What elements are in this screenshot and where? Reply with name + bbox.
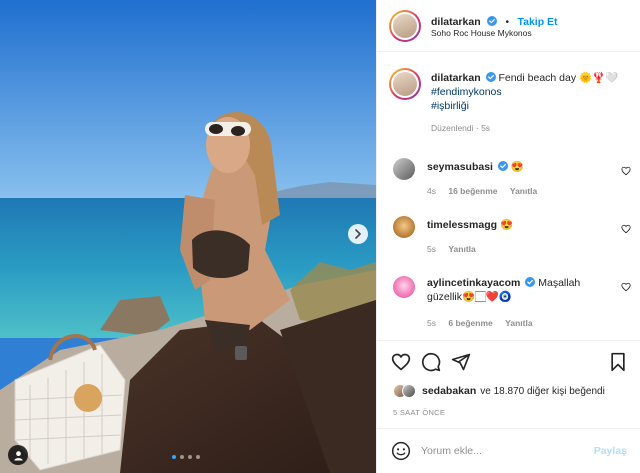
comment-likes[interactable]: 16 beğenme xyxy=(448,186,497,196)
chevron-right-icon xyxy=(355,229,361,239)
comment-item: aylincetinkayacom Maşallah güzellik😍🏻❤️🧿… xyxy=(377,274,640,334)
post-timestamp[interactable]: 5 SAAT ÖNCE xyxy=(393,408,445,417)
comment-time: 5s xyxy=(427,318,436,328)
instagram-post-modal: dilatarkan • Takip Et Soho Roc House Myk… xyxy=(0,0,640,473)
reply-button[interactable]: Yanıtla xyxy=(448,244,475,254)
comment-text: 😍 xyxy=(499,219,514,231)
caption-text: Fendi beach day 🌞🦞🤍 xyxy=(498,72,619,84)
author-username[interactable]: dilatarkan xyxy=(431,16,481,28)
comment-text: 😍 xyxy=(510,161,524,173)
follow-button[interactable]: Takip Et xyxy=(517,16,557,28)
commenter-username[interactable]: aylincetinkayacom xyxy=(427,277,520,289)
commenter-avatar[interactable] xyxy=(393,276,415,298)
comment-input[interactable] xyxy=(421,441,581,461)
first-liker-username[interactable]: sedabakan xyxy=(422,385,476,397)
commenter-avatar[interactable] xyxy=(393,158,415,180)
comment-time: 4s xyxy=(427,186,436,196)
caption-author-avatar[interactable] xyxy=(389,68,421,100)
carousel-dot xyxy=(180,455,184,459)
caption-meta: Düzenlendi · 5s xyxy=(431,123,491,133)
reply-button[interactable]: Yanıtla xyxy=(510,186,537,196)
comment-likes[interactable]: 6 beğenme xyxy=(448,318,492,328)
verified-badge-icon xyxy=(485,72,496,82)
comment-time: 5s xyxy=(427,244,436,254)
post-image xyxy=(0,0,376,473)
verified-badge-icon xyxy=(497,161,508,171)
carousel-dot xyxy=(188,455,192,459)
post-comment-button[interactable]: Paylaş xyxy=(594,445,627,457)
like-comment-heart-icon[interactable] xyxy=(621,166,631,176)
carousel-dot xyxy=(196,455,200,459)
separator-dot: • xyxy=(505,17,510,28)
post-location[interactable]: Soho Roc House Mykonos xyxy=(431,28,532,38)
author-avatar[interactable] xyxy=(389,10,421,42)
verified-badge-icon xyxy=(487,16,498,26)
action-bar xyxy=(377,340,640,380)
caption-username[interactable]: dilatarkan xyxy=(431,72,481,84)
bookmark-save-icon[interactable] xyxy=(609,352,627,372)
hashtag-fendimykonos[interactable]: #fendimykonos xyxy=(431,85,627,99)
like-comment-heart-icon[interactable] xyxy=(621,224,631,234)
verified-badge-icon xyxy=(525,277,536,287)
next-image-button[interactable] xyxy=(348,224,368,244)
post-details-panel: dilatarkan • Takip Et Soho Roc House Myk… xyxy=(376,0,640,473)
tagged-users-button[interactable] xyxy=(8,445,28,465)
commenter-username[interactable]: seymasubasi xyxy=(427,161,493,173)
commenter-username[interactable]: timelessmagg xyxy=(427,219,497,231)
like-comment-heart-icon[interactable] xyxy=(621,282,631,292)
comment-item: timelessmagg 😍 5s Yanıtla xyxy=(377,214,640,258)
like-heart-icon[interactable] xyxy=(391,352,411,372)
emoji-smiley-icon[interactable] xyxy=(391,441,411,461)
liker-avatar xyxy=(402,384,416,398)
add-comment-bar: Paylaş xyxy=(377,428,640,473)
comment-item: seymasubasi 😍 4s 16 beğenme Yanıtla xyxy=(377,156,640,200)
post-photo[interactable] xyxy=(0,0,376,473)
share-send-icon[interactable] xyxy=(451,352,471,372)
likes-summary[interactable]: sedabakan ve 18.870 diğer kişi beğendi xyxy=(393,384,605,398)
likes-count-text[interactable]: ve 18.870 diğer kişi beğendi xyxy=(480,386,605,397)
post-header: dilatarkan • Takip Et Soho Roc House Myk… xyxy=(377,0,640,52)
caption: dilatarkan Fendi beach day 🌞🦞🤍 #fendimyk… xyxy=(431,71,627,133)
user-icon xyxy=(13,450,23,461)
hashtag-isbirligi[interactable]: #işbirliği xyxy=(431,99,627,113)
carousel-indicator xyxy=(172,455,200,459)
carousel-dot-active xyxy=(172,455,176,459)
reply-button[interactable]: Yanıtla xyxy=(505,318,532,328)
commenter-avatar[interactable] xyxy=(393,216,415,238)
comment-bubble-icon[interactable] xyxy=(421,352,441,372)
